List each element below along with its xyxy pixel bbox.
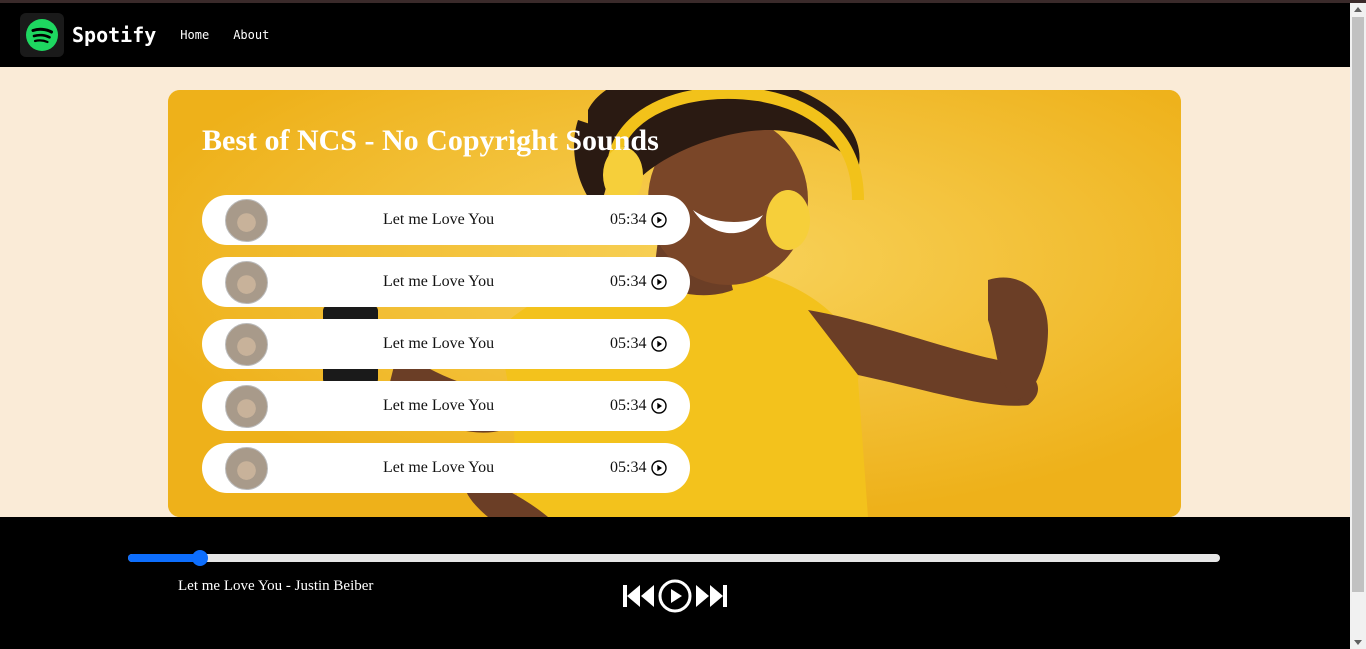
song-cover-image bbox=[225, 322, 268, 366]
song-cover-image bbox=[225, 260, 268, 304]
play-circle-icon[interactable] bbox=[651, 398, 667, 414]
skip-previous-icon[interactable] bbox=[622, 583, 656, 609]
playlist-title: Best of NCS - No Copyright Sounds bbox=[202, 124, 659, 157]
song-cover-image bbox=[225, 384, 268, 428]
vertical-scrollbar[interactable] bbox=[1350, 3, 1366, 649]
song-name: Let me Love You bbox=[383, 273, 495, 290]
scroll-up-icon[interactable] bbox=[1354, 7, 1362, 12]
song-cover-image bbox=[225, 446, 268, 490]
nav-link-home[interactable]: Home bbox=[180, 28, 209, 42]
song-duration: 05:34 bbox=[610, 335, 647, 352]
song-item[interactable]: Let me Love You 05:34 bbox=[202, 195, 690, 245]
progress-handle[interactable] bbox=[192, 550, 209, 566]
scroll-down-icon[interactable] bbox=[1354, 640, 1362, 645]
spotify-logo-icon[interactable] bbox=[20, 13, 64, 57]
bottom-player: Let me Love You - Justin Beiber bbox=[0, 517, 1350, 649]
navbar: Spotify Home About bbox=[0, 3, 1350, 67]
song-name: Let me Love You bbox=[383, 211, 495, 228]
song-duration: 05:34 bbox=[610, 211, 647, 228]
play-circle-icon[interactable] bbox=[651, 212, 667, 228]
progress-bar[interactable] bbox=[128, 550, 1220, 566]
play-circle-icon[interactable] bbox=[651, 274, 667, 290]
song-item[interactable]: Let me Love You 05:34 bbox=[202, 319, 690, 369]
song-item[interactable]: Let me Love You 05:34 bbox=[202, 257, 690, 307]
play-circle-icon[interactable] bbox=[651, 336, 667, 352]
song-duration: 05:34 bbox=[610, 397, 647, 414]
song-item[interactable]: Let me Love You 05:34 bbox=[202, 443, 690, 493]
brand-name[interactable]: Spotify bbox=[72, 23, 156, 47]
nav-link-about[interactable]: About bbox=[233, 28, 269, 42]
song-name: Let me Love You bbox=[383, 459, 495, 476]
song-cover-image bbox=[225, 198, 268, 242]
playlist-container: Best of NCS - No Copyright Sounds Let me… bbox=[168, 90, 1181, 517]
progress-fill bbox=[128, 554, 201, 562]
song-item[interactable]: Let me Love You 05:34 bbox=[202, 381, 690, 431]
play-circle-icon[interactable] bbox=[658, 579, 692, 613]
now-playing-label: Let me Love You - Justin Beiber bbox=[178, 578, 374, 594]
skip-next-icon[interactable] bbox=[694, 583, 728, 609]
playback-controls bbox=[622, 579, 728, 613]
song-list: Let me Love You 05:34 Let me Love You 05… bbox=[202, 195, 690, 505]
scrollbar-thumb[interactable] bbox=[1352, 17, 1364, 592]
song-name: Let me Love You bbox=[383, 397, 495, 414]
play-circle-icon[interactable] bbox=[651, 460, 667, 476]
song-duration: 05:34 bbox=[610, 459, 647, 476]
song-duration: 05:34 bbox=[610, 273, 647, 290]
song-name: Let me Love You bbox=[383, 335, 495, 352]
